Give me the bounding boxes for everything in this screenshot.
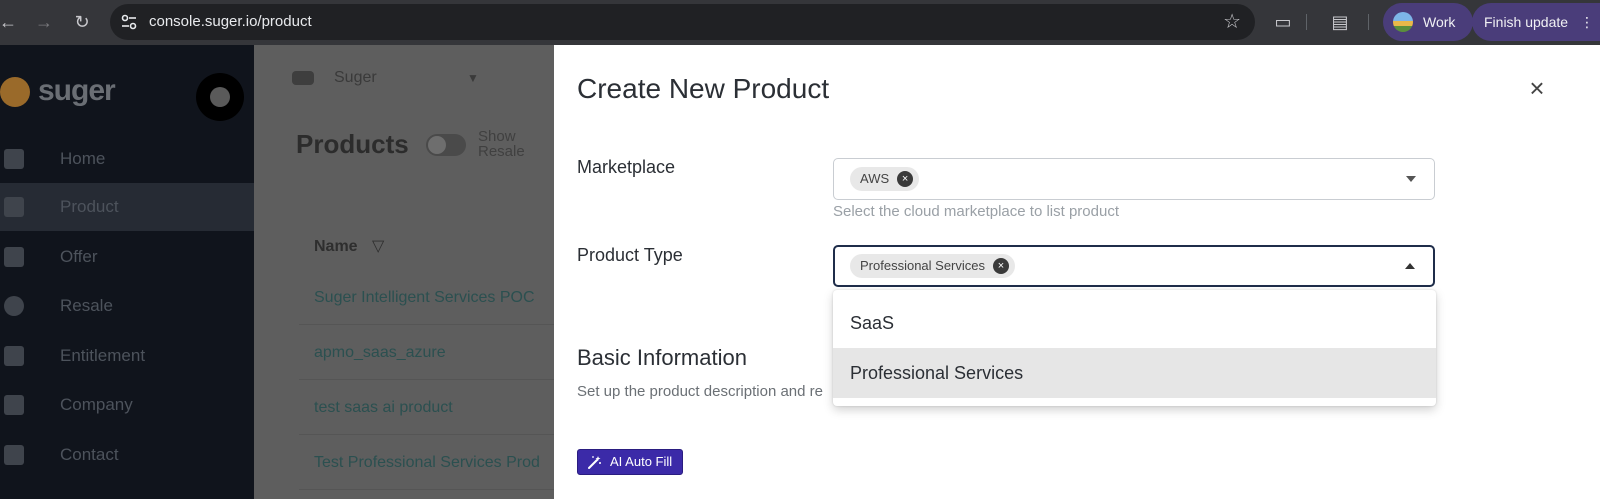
people-icon [4,395,24,415]
home-icon [4,149,24,169]
table-row[interactable]: apmo_saas_azure [299,326,554,380]
product-name-link[interactable]: Test Professional Services Prod [314,454,540,472]
bookmark-star-icon[interactable]: ☆ [1223,11,1241,33]
sidebar-item-company[interactable]: Company [0,381,254,429]
sidebar: suger Home Product Offer Resale Entitlem… [0,45,254,499]
ai-auto-fill-button[interactable]: AI Auto Fill [577,449,683,475]
option-saas[interactable]: SaaS [833,298,1436,348]
table-row[interactable]: Suger Intelligent Services POC [299,271,554,325]
resale-icon [4,296,24,316]
product-type-select[interactable]: Professional Services × [833,245,1435,287]
magic-wand-icon [588,456,601,469]
create-product-drawer: Create New Product × Marketplace AWS × S… [554,45,1600,499]
back-icon[interactable]: ← [0,10,20,34]
chip-label: Professional Services [860,258,985,273]
product-type-chip: Professional Services × [850,254,1015,278]
chip-label: AWS [860,171,890,186]
sidebar-item-label: Offer [60,247,98,266]
media-icon[interactable]: ▤ [1328,10,1352,34]
document-icon [4,346,24,366]
sidebar-item-entitlement[interactable]: Entitlement [0,332,254,380]
sidebar-item-label: Resale [60,296,113,315]
finish-update-button[interactable]: Finish update ⋮ [1472,3,1600,41]
table-row[interactable]: test saas ai product [299,381,554,435]
sidebar-item-product[interactable]: Product [0,183,254,231]
chip-remove-icon[interactable]: × [993,258,1009,274]
avatar[interactable] [196,73,244,121]
product-name-link[interactable]: apmo_saas_azure [314,344,446,362]
finish-update-label: Finish update [1484,14,1569,30]
chevron-down-icon[interactable] [1406,176,1416,182]
sidebar-item-label: Contact [60,445,119,464]
sidebar-item-resale[interactable]: Resale [0,282,254,330]
reload-icon[interactable]: ↻ [70,10,94,34]
url-text[interactable]: console.suger.io/product [149,4,312,40]
marketplace-select[interactable]: AWS × [833,158,1435,200]
basic-info-title: Basic Information [577,345,747,370]
site-settings-icon[interactable] [120,13,138,31]
contact-icon [4,445,24,465]
extensions-icon[interactable]: ▭ [1271,10,1295,34]
sidebar-item-label: Product [60,197,119,216]
product-type-label: Product Type [577,245,683,265]
basic-info-subtitle: Set up the product description and re [577,383,823,400]
sidebar-item-label: Home [60,149,106,168]
chevron-up-icon[interactable] [1405,263,1415,269]
sidebar-item-label: Entitlement [60,346,146,365]
filter-icon[interactable]: ▽ [372,238,384,255]
org-icon [292,70,314,85]
product-type-menu: SaaS Professional Services [833,290,1436,406]
marketplace-label: Marketplace [577,157,676,177]
offer-icon [4,247,24,267]
chip-remove-icon[interactable]: × [897,171,914,187]
marketplace-helper-text: Select the cloud marketplace to list pro… [833,203,1119,220]
browser-toolbar: ← → ↻ console.suger.io/product ☆ ▭ ▤ Wor… [0,0,1600,45]
product-name-link[interactable]: Suger Intelligent Services POC [314,289,535,307]
profile-label: Work [1423,14,1456,30]
sidebar-item-contact[interactable]: Contact [0,431,254,479]
table-row[interactable]: Test Professional Services Prod [299,436,554,490]
chevron-down-icon: ▼ [467,71,479,85]
grid-icon [4,197,24,217]
show-resale-toggle[interactable] [426,134,466,156]
logo-wordmark: suger [38,74,116,107]
org-name: Suger [334,69,377,86]
products-page-backdrop: Suger ▼ Products Show Resale Name ▽ Suge… [254,45,554,499]
product-name-link[interactable]: test saas ai product [314,399,453,417]
profile-avatar-icon [1393,12,1413,32]
toolbar-divider [1368,14,1369,30]
show-resale-label: Show Resale [478,128,525,160]
sidebar-item-home[interactable]: Home [0,135,254,183]
org-selector[interactable]: Suger ▼ [292,69,479,87]
sidebar-item-label: Company [60,395,133,414]
profile-button[interactable]: Work [1383,3,1473,41]
option-professional-services[interactable]: Professional Services [833,348,1436,398]
sidebar-item-offer[interactable]: Offer [0,233,254,281]
logo-sun-icon [0,77,30,107]
name-column-header[interactable]: Name ▽ [314,236,384,256]
drawer-title: Create New Product [577,73,830,104]
forward-icon[interactable]: → [32,10,56,34]
marketplace-chip: AWS × [850,167,920,191]
toolbar-divider [1306,14,1307,30]
page-title: Products [296,129,409,159]
ai-auto-fill-label: AI Auto Fill [610,454,673,469]
address-bar[interactable]: console.suger.io/product ☆ [110,4,1255,40]
close-icon[interactable]: × [1524,75,1550,101]
more-icon[interactable]: ⋮ [1580,3,1594,41]
